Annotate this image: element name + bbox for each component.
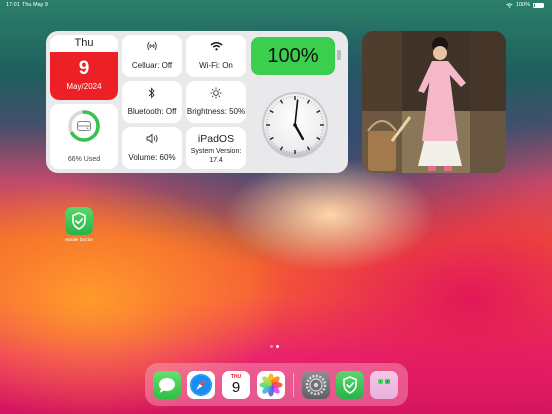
wifi-icon (209, 42, 223, 51)
battery-nub (337, 50, 341, 60)
device-info-widget[interactable]: Thu 9 May/2024 66% Used Celluar: Off Wi-… (46, 31, 348, 173)
photo-widget[interactable] (362, 31, 506, 173)
status-battery-percent: 100% (515, 2, 530, 8)
dock-app-calendar[interactable]: THU 9 (222, 371, 250, 399)
photo-image (362, 31, 506, 173)
os-version: System Version: 17.4 (190, 148, 242, 164)
wifi-tile[interactable]: Wi-Fi: On (186, 35, 246, 77)
bluetooth-icon (148, 87, 155, 99)
storage-tile[interactable]: 66% Used (50, 104, 118, 169)
dock-app-photos[interactable] (257, 371, 285, 399)
bluetooth-label: Bluetooth: Off (127, 107, 177, 116)
cellular-tile[interactable]: Celluar: Off (122, 35, 182, 77)
volume-label: Volume: 60% (128, 153, 176, 162)
photos-icon (259, 373, 283, 397)
cellular-label: Celluar: Off (131, 61, 173, 70)
dock-calendar-day: 9 (231, 379, 241, 396)
dock-separator (293, 373, 294, 397)
desktop-app-label: Mobile Doctor (65, 237, 93, 242)
dock-app-library[interactable] (370, 371, 398, 399)
shield-check-icon (65, 207, 93, 235)
messages-icon (159, 378, 175, 393)
page-dot-1[interactable] (270, 345, 273, 348)
page-indicator[interactable] (270, 345, 279, 348)
dock-app-safari[interactable] (187, 371, 215, 399)
storage-ring (68, 110, 100, 142)
desktop-app-mobile-doctor[interactable]: Mobile Doctor (60, 207, 98, 242)
calendar-date-panel: 9 May/2024 (50, 52, 118, 100)
os-tile[interactable]: iPadOS System Version: 17.4 (186, 127, 246, 169)
brightness-tile[interactable]: Brightness: 50% (186, 81, 246, 123)
calendar-day: 9 (78, 58, 90, 79)
dock: THU 9 (145, 363, 408, 406)
calendar-tile[interactable]: Thu 9 May/2024 (50, 35, 118, 100)
drive-icon (76, 120, 92, 132)
gear-icon (305, 374, 327, 396)
cellular-icon (147, 41, 157, 51)
battery-tile[interactable]: 100% (251, 37, 335, 75)
page-dot-2[interactable] (276, 345, 279, 348)
os-name: iPadOS (197, 133, 235, 145)
shield-check-icon (343, 376, 357, 394)
status-time: 17:01 (6, 2, 20, 8)
battery-status-icon (533, 2, 544, 8)
calendar-weekday: Thu (74, 37, 94, 49)
wifi-label: Wi-Fi: On (199, 61, 233, 70)
dock-app-settings[interactable] (302, 371, 330, 399)
dock-app-mobile-doctor[interactable] (336, 371, 364, 399)
analog-clock[interactable] (261, 91, 329, 159)
status-date: Thu May 9 (22, 2, 48, 8)
bluetooth-tile[interactable]: Bluetooth: Off (122, 81, 182, 123)
sun-icon (210, 87, 222, 99)
dock-app-messages[interactable] (153, 371, 181, 399)
volume-tile[interactable]: Volume: 60% (122, 127, 182, 169)
status-right: 100% (506, 2, 544, 8)
app-library-icon (378, 379, 390, 384)
brightness-label: Brightness: 50% (186, 107, 246, 116)
status-bar: 17:01 Thu May 9 100% (0, 0, 552, 10)
wifi-status-icon (506, 2, 513, 8)
calendar-month-year: May/2024 (66, 82, 102, 91)
storage-label: 66% Used (67, 156, 101, 163)
compass-icon (190, 374, 212, 396)
speaker-icon (146, 133, 158, 144)
